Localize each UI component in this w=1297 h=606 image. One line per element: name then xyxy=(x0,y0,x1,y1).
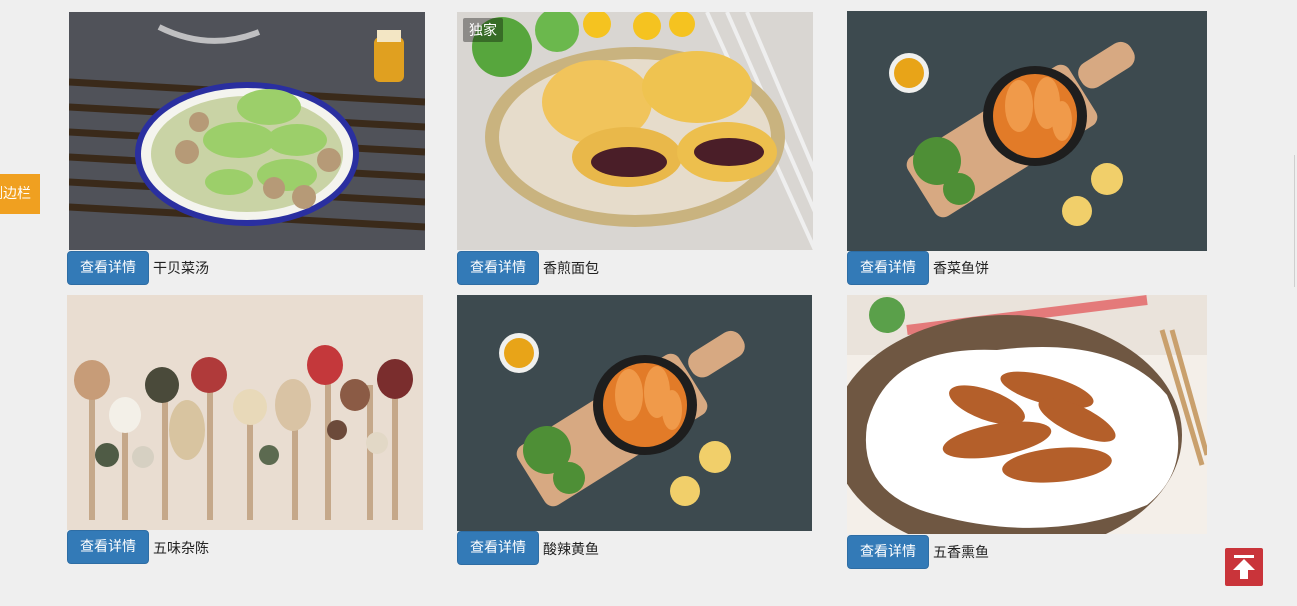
dish-name: 香菜鱼饼 xyxy=(933,261,989,277)
view-details-button[interactable]: 查看详情 xyxy=(457,251,539,285)
dish-name: 干贝菜汤 xyxy=(153,261,209,277)
view-details-button[interactable]: 查看详情 xyxy=(847,251,929,285)
recipe-photo[interactable] xyxy=(847,11,1207,251)
dish-name: 酸辣黄鱼 xyxy=(543,542,599,558)
view-details-button[interactable]: 查看详情 xyxy=(847,535,929,569)
dish-name: 五味杂陈 xyxy=(153,541,209,557)
sidebar-toggle[interactable]: 侧边栏 xyxy=(0,174,40,214)
recipe-photo[interactable] xyxy=(457,295,812,531)
recipe-gallery-page: 侧边栏 xyxy=(0,0,1297,606)
view-details-button[interactable]: 查看详情 xyxy=(67,251,149,285)
recipe-photo[interactable] xyxy=(69,12,425,250)
exclusive-badge: 独家 xyxy=(463,18,503,42)
recipe-card: 查看详情 干贝菜汤 xyxy=(67,12,427,286)
recipe-photo[interactable] xyxy=(67,295,423,530)
view-details-button[interactable]: 查看详情 xyxy=(457,531,539,565)
recipe-card: 查看详情 五味杂陈 xyxy=(67,295,427,565)
recipe-photo[interactable]: 独家 xyxy=(457,12,813,250)
recipe-card: 查看详情 香菜鱼饼 xyxy=(847,11,1209,286)
dish-name: 香煎面包 xyxy=(543,261,599,277)
recipe-photo[interactable] xyxy=(847,295,1207,534)
back-to-top-button[interactable] xyxy=(1225,548,1263,586)
recipe-card: 独家 查看详情 香煎面包 xyxy=(457,12,817,286)
recipe-card: 查看详情 五香熏鱼 xyxy=(847,295,1209,571)
recipe-card: 查看详情 酸辣黄鱼 xyxy=(457,295,817,567)
sidebar-label: 侧边栏 xyxy=(0,186,31,202)
dish-name: 五香熏鱼 xyxy=(933,545,989,561)
arrow-up-to-line-icon xyxy=(1233,555,1255,579)
view-details-button[interactable]: 查看详情 xyxy=(67,530,149,564)
